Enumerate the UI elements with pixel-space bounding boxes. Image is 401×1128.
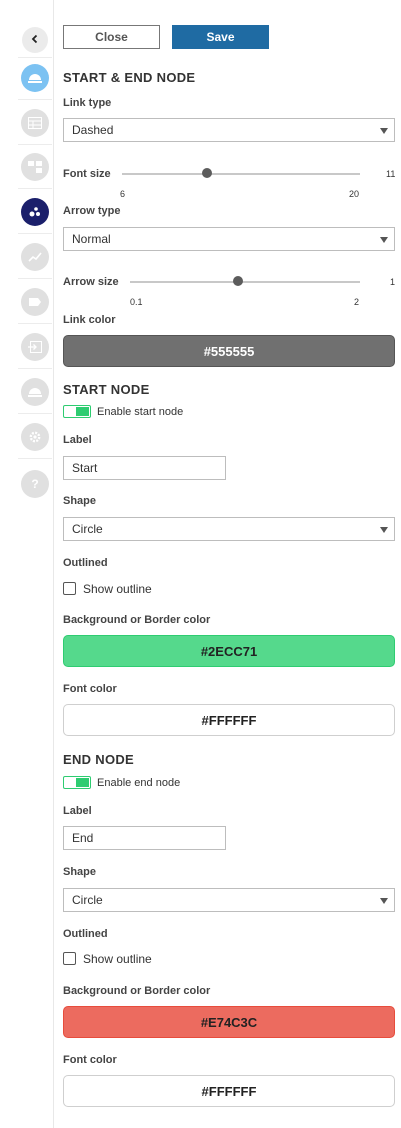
end-bg-color-label: Background or Border color	[63, 985, 211, 997]
dome-icon	[27, 71, 43, 85]
dome-icon	[27, 385, 43, 399]
end-font-color-swatch[interactable]: #FFFFFF	[63, 1075, 395, 1107]
chevron-left-icon	[30, 31, 40, 49]
end-show-outline-label: Show outline	[83, 952, 152, 966]
arrow-size-slider-track[interactable]	[130, 281, 360, 283]
arrow-size-max: 2	[354, 297, 360, 307]
start-font-color-swatch[interactable]: #FFFFFF	[63, 704, 395, 736]
tag-icon	[28, 297, 42, 307]
import-icon	[28, 341, 42, 353]
font-size-label: Font size	[63, 168, 111, 180]
rail-item-nodes[interactable]	[21, 198, 49, 226]
end-label-label: Label	[63, 805, 92, 817]
end-label-input[interactable]: End	[63, 826, 226, 850]
nodes-icon	[28, 206, 42, 218]
end-shape-label: Shape	[63, 866, 97, 878]
start-shape-label: Shape	[63, 495, 97, 507]
trend-line-icon	[28, 252, 42, 262]
arrow-size-label: Arrow size	[63, 276, 119, 288]
end-outlined-label: Outlined	[63, 928, 108, 940]
start-show-outline-label: Show outline	[83, 582, 152, 596]
enable-start-node-label: Enable start node	[97, 406, 184, 418]
start-outlined-label: Outlined	[63, 557, 108, 569]
rail-item-import[interactable]	[21, 333, 49, 361]
section-title-end-node: END NODE	[63, 752, 135, 767]
font-size-max: 20	[349, 189, 360, 199]
start-shape-select[interactable]: Circle	[63, 517, 395, 541]
rail-item-tag[interactable]	[21, 288, 49, 316]
font-size-value: 11	[386, 169, 396, 179]
link-type-select[interactable]: Dashed	[63, 118, 395, 142]
end-font-color-label: Font color	[63, 1054, 117, 1066]
link-type-label: Link type	[63, 97, 112, 109]
link-color-swatch[interactable]: #555555	[63, 335, 395, 367]
end-bg-color-swatch[interactable]: #E74C3C	[63, 1006, 395, 1038]
chevron-down-icon	[380, 237, 388, 243]
font-size-slider-track[interactable]	[122, 173, 360, 175]
svg-text:?: ?	[31, 477, 38, 491]
end-shape-select[interactable]: Circle	[63, 888, 395, 912]
rail-item-help[interactable]: ?	[21, 470, 49, 498]
close-button[interactable]: Close	[63, 25, 160, 49]
arrow-size-slider-thumb[interactable]	[233, 276, 243, 286]
save-button[interactable]: Save	[172, 25, 269, 49]
chevron-down-icon	[380, 527, 388, 533]
link-color-label: Link color	[63, 314, 116, 326]
collapse-button[interactable]	[22, 27, 48, 53]
section-title-start-end: START & END NODE	[63, 70, 196, 85]
start-shape-value: Circle	[72, 522, 103, 536]
end-show-outline-checkbox[interactable]	[63, 952, 76, 965]
rail-item-hierarchy[interactable]	[21, 153, 49, 181]
table-icon	[28, 117, 42, 129]
font-size-min: 6	[120, 189, 126, 199]
font-size-slider-thumb[interactable]	[202, 168, 212, 178]
rail-item-trend[interactable]	[21, 243, 49, 271]
start-font-color-label: Font color	[63, 683, 117, 695]
rail-item-settings[interactable]	[21, 423, 49, 451]
enable-end-node-label: Enable end node	[97, 777, 181, 789]
arrow-size-min: 0.1	[130, 297, 143, 307]
rail-item-table[interactable]	[21, 109, 49, 137]
gear-icon	[28, 430, 42, 444]
start-show-outline-checkbox[interactable]	[63, 582, 76, 595]
enable-end-node-toggle[interactable]	[63, 776, 91, 789]
arrow-type-label: Arrow type	[63, 205, 121, 217]
arrow-type-select[interactable]: Normal	[63, 227, 395, 251]
rail-item-dome[interactable]	[21, 64, 49, 92]
chevron-down-icon	[380, 898, 388, 904]
start-label-label: Label	[63, 434, 92, 446]
start-label-input[interactable]: Start	[63, 456, 226, 480]
hierarchy-icon	[28, 160, 42, 174]
arrow-type-value: Normal	[72, 232, 111, 246]
rail-item-dome-2[interactable]	[21, 378, 49, 406]
start-bg-color-swatch[interactable]: #2ECC71	[63, 635, 395, 667]
link-type-value: Dashed	[72, 123, 114, 137]
start-bg-color-label: Background or Border color	[63, 614, 211, 626]
enable-start-node-toggle[interactable]	[63, 405, 91, 418]
section-title-start-node: START NODE	[63, 382, 150, 397]
end-shape-value: Circle	[72, 893, 103, 907]
icon-sidebar: ?	[0, 0, 54, 1128]
chevron-down-icon	[380, 128, 388, 134]
arrow-size-value: 1	[390, 277, 396, 287]
help-icon: ?	[28, 477, 42, 491]
